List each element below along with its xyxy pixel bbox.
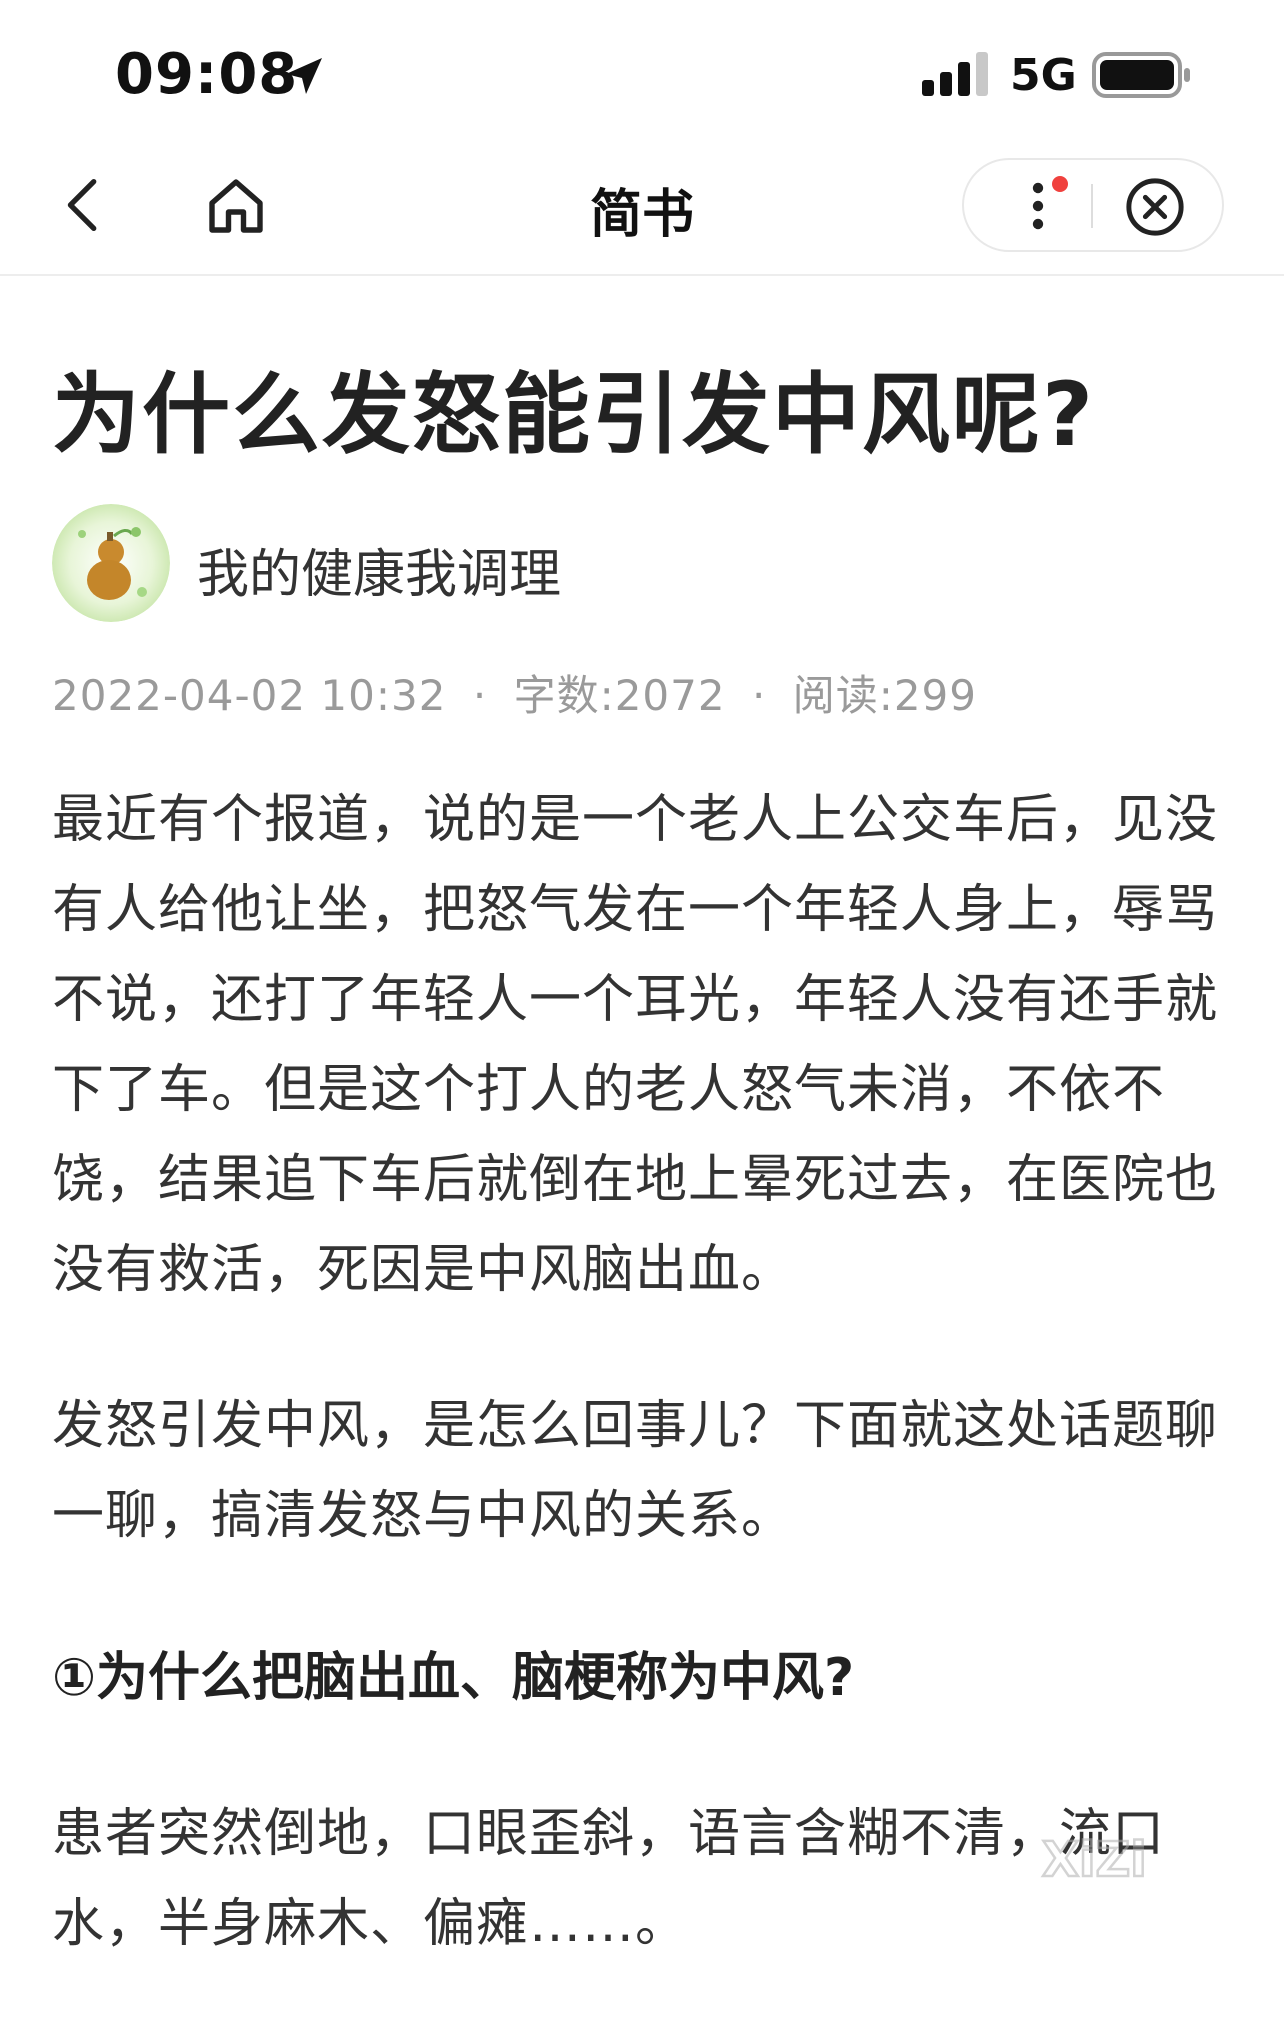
nav-bar: 简书 [0,140,1284,276]
close-circle-icon[interactable] [1122,174,1188,240]
article-meta: 2022-04-02 10:32 · 字数:2072 · 阅读:299 [52,662,1232,723]
meta-separator: · [472,671,488,720]
author-name[interactable]: 我的健康我调理 [197,532,561,607]
svg-text:XiZi: XiZi [1042,1832,1147,1888]
article-paragraph: 发怒引发中风，是怎么回事儿？下面就这处话题聊一聊，搞清发怒与中风的关系。 [52,1396,1219,1546]
location-arrow-icon [286,58,322,94]
notification-dot [1052,176,1068,192]
article-title: 为什么发怒能引发中风呢? [52,363,1096,466]
publish-date: 2022-04-02 10:32 [52,671,447,720]
status-time: 09:08 [115,42,299,107]
read-count: 阅读:299 [792,671,978,720]
battery-icon [1092,52,1190,98]
status-bar: 09:08 5G [0,0,1284,140]
article: 为什么发怒能引发中风呢? 我的健康我调理 2022-04-02 10:32 · … [52,274,1232,1969]
cellular-signal-icon [922,52,988,96]
meta-separator: · [751,671,767,720]
capsule-divider [1091,184,1093,228]
author-row[interactable]: 我的健康我调理 [52,504,1232,624]
article-paragraph: 最近有个报道，说的是一个老人上公交车后，见没有人给他让坐，把怒气发在一个年轻人身… [52,790,1219,1300]
mini-program-capsule [962,158,1224,252]
section-heading: ①为什么把脑出血、脑梗称为中风? [52,1648,855,1708]
network-type: 5G [1010,50,1077,101]
word-count: 字数:2072 [513,671,726,720]
watermark-logo: XiZi [1041,1831,1148,1890]
author-avatar[interactable] [52,504,170,622]
more-vertical-icon[interactable] [1016,174,1076,238]
